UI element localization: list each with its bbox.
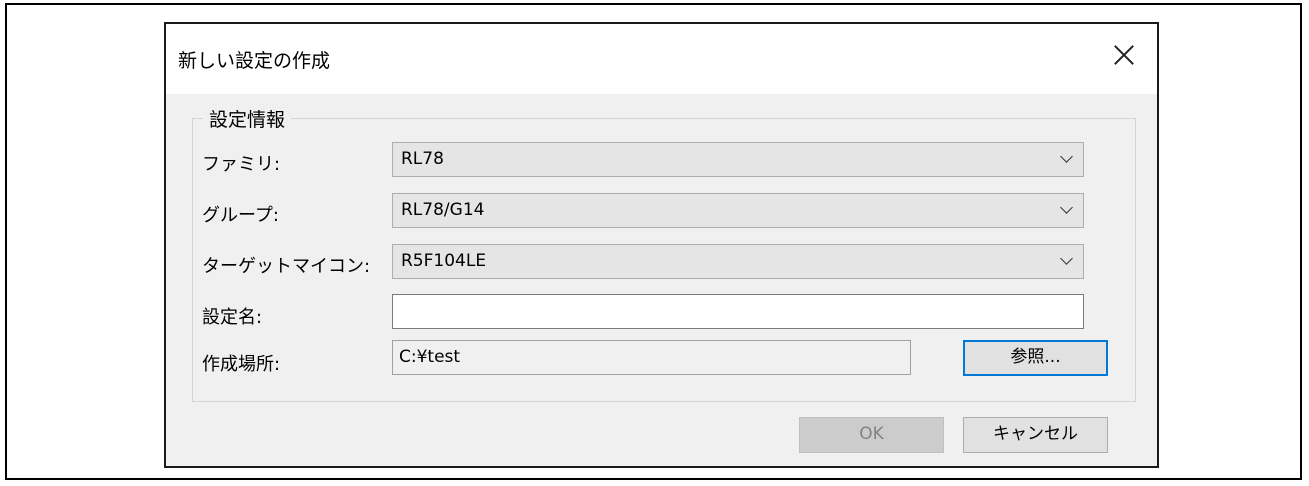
target-select[interactable]: R5F104LE (392, 244, 1084, 279)
chevron-down-icon (1060, 201, 1073, 214)
group-title: 設定情報 (203, 105, 292, 132)
cancel-button[interactable]: キャンセル (963, 417, 1108, 453)
chevron-down-icon (1060, 252, 1073, 265)
target-label: ターゲットマイコン: (202, 256, 371, 277)
name-label: 設定名: (202, 307, 263, 328)
close-icon[interactable] (1109, 40, 1139, 70)
chevron-down-icon (1060, 150, 1073, 163)
browse-button[interactable]: 参照... (963, 340, 1108, 376)
ok-button[interactable]: OK (799, 417, 944, 453)
group-label: グループ: (202, 205, 279, 226)
new-config-dialog: 新しい設定の作成 設定情報 ファミリ: RL78 グループ: RL78/G14 … (164, 22, 1159, 468)
target-value: R5F104LE (401, 251, 487, 271)
location-label: 作成場所: (202, 354, 281, 375)
group-select[interactable]: RL78/G14 (392, 193, 1084, 228)
family-select[interactable]: RL78 (392, 142, 1084, 177)
location-input[interactable]: C:¥test (392, 340, 911, 375)
group-value: RL78/G14 (401, 200, 485, 220)
family-label: ファミリ: (202, 154, 281, 175)
dialog-title: 新しい設定の作成 (178, 50, 331, 72)
name-input[interactable] (392, 294, 1084, 329)
family-value: RL78 (401, 149, 444, 169)
location-value: C:¥test (399, 347, 461, 367)
title-bar: 新しい設定の作成 (166, 24, 1157, 94)
